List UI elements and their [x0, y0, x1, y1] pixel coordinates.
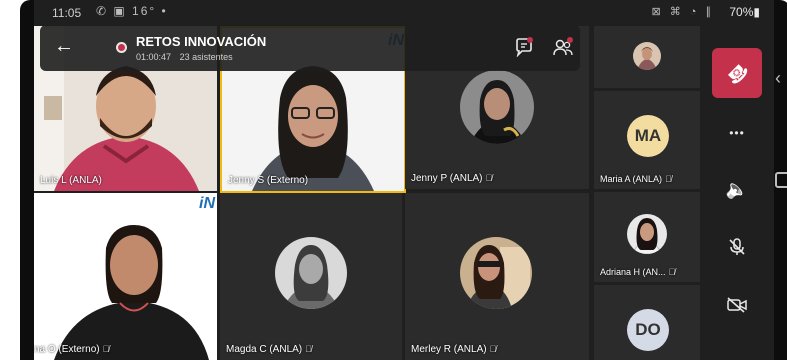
- meeting-attendees: 23 asistentes: [179, 52, 233, 62]
- innovation-logo: iN: [198, 195, 215, 212]
- participant-tile-magda[interactable]: Magda C (ANLA) 🎙̸: [220, 193, 402, 360]
- participant-tile-side-1[interactable]: [594, 26, 700, 88]
- participant-name: Merley R (ANLA) 🎙̸: [411, 344, 497, 355]
- camera-off-icon: [727, 297, 747, 313]
- speaker-icon: 🔈: [725, 178, 749, 199]
- participant-initials-do: DO: [627, 309, 669, 351]
- mic-off-icon: 🎙̸: [485, 173, 493, 183]
- mic-off-icon: [729, 238, 745, 255]
- participant-initials-maria: MA: [627, 115, 669, 157]
- participant-video-ana: [34, 193, 217, 360]
- participant-tile-merley[interactable]: Merley R (ANLA) 🎙̸: [405, 193, 589, 360]
- participant-avatar-adriana: [627, 214, 667, 254]
- teams-meeting-screen: 11:05 ✆ ▣ 16° • ⊠ ⌘ ◔ ∥ 70%▮ Luis L (ANL…: [34, 0, 774, 360]
- participant-name: Jenny S (Externo): [228, 175, 309, 186]
- participant-avatar-side-1: [633, 42, 661, 70]
- participant-name: Magda C (ANLA) 🎙̸: [226, 344, 312, 355]
- participant-avatar-merley: [460, 237, 532, 309]
- participant-tile-ana[interactable]: iN na O (Externo) 🎙̸: [34, 193, 217, 360]
- status-bar: 11:05 ✆ ▣ 16° • ⊠ ⌘ ◔ ∥ 70%▮: [34, 0, 774, 26]
- meeting-info: 01:00:47 23 asistentes: [136, 52, 233, 62]
- participant-tile-do[interactable]: DO: [594, 285, 700, 360]
- participant-avatar-magda: [275, 237, 347, 309]
- recording-indicator-icon: [116, 42, 127, 53]
- status-system-icons: ⊠ ⌘ ◔ ∥: [651, 6, 714, 18]
- meeting-title: RETOS INNOVACIÓN: [136, 34, 267, 49]
- participant-name: Luis L (ANLA): [40, 175, 102, 186]
- speaker-button[interactable]: 🔈: [712, 174, 762, 204]
- participant-avatar-jenny-p: [460, 70, 534, 144]
- participant-name: na O (Externo) 🎙̸: [34, 344, 110, 355]
- mic-off-icon: 🎙̸: [665, 174, 672, 184]
- chat-icon[interactable]: [514, 37, 534, 57]
- back-arrow-icon[interactable]: ←: [54, 35, 74, 58]
- meeting-duration: 01:00:47: [136, 52, 172, 62]
- hang-up-icon: ☎: [722, 58, 753, 89]
- system-nav-bar: ‹: [775, 0, 787, 360]
- more-options-button[interactable]: •••: [712, 118, 762, 148]
- status-time: 11:05: [52, 6, 82, 20]
- battery-level: 70%▮: [729, 5, 760, 19]
- hang-up-button[interactable]: ☎: [712, 48, 762, 98]
- participant-name: Adriana H (AN... 🎙̸: [600, 267, 676, 277]
- participant-tile-maria[interactable]: MA Maria A (ANLA) 🎙̸: [594, 91, 700, 189]
- more-icon: •••: [729, 126, 745, 140]
- mute-button[interactable]: [712, 232, 762, 262]
- status-notification-icons: ✆ ▣ 16° •: [96, 4, 168, 18]
- call-controls: ☎ ••• 🔈: [704, 26, 774, 360]
- participant-tile-adriana[interactable]: Adriana H (AN... 🎙̸: [594, 192, 700, 282]
- mic-off-icon: 🎙̸: [489, 344, 497, 354]
- mic-off-icon: 🎙̸: [668, 267, 676, 277]
- mic-off-icon: 🎙̸: [102, 344, 110, 354]
- participant-name: Maria A (ANLA) 🎙̸: [600, 174, 672, 184]
- participant-name: Jenny P (ANLA) 🎙̸: [411, 173, 493, 184]
- camera-button[interactable]: [712, 290, 762, 320]
- chevron-left-icon[interactable]: ‹: [775, 68, 781, 89]
- mic-off-icon: 🎙̸: [305, 344, 312, 354]
- meeting-header: ← RETOS INNOVACIÓN 01:00:47 23 asistente…: [40, 25, 580, 71]
- participants-icon[interactable]: [552, 37, 574, 59]
- home-square-icon[interactable]: [775, 172, 787, 188]
- phone-frame: 11:05 ✆ ▣ 16° • ⊠ ⌘ ◔ ∥ 70%▮ Luis L (ANL…: [20, 0, 787, 360]
